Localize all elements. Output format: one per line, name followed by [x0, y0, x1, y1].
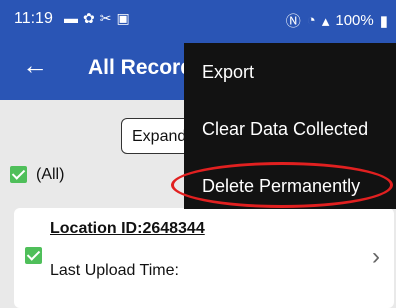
last-upload-time: Last Upload Time:: [50, 262, 179, 279]
annotation-ellipse: [171, 162, 393, 208]
expand-button-label: Expand: [132, 128, 187, 145]
status-time: 11:19: [14, 10, 53, 27]
message-icon: ▬: [64, 10, 78, 26]
signal-icon: ▴: [321, 12, 330, 30]
page-title: All Record: [88, 56, 194, 79]
select-all-checkbox[interactable]: [10, 166, 27, 183]
record-checkbox[interactable]: [25, 247, 42, 264]
settings-icon: ✿: [83, 10, 95, 26]
record-card[interactable]: Location ID:2648344 Last Upload Time: ›: [14, 208, 394, 308]
status-left-icons: ▬ ✿ ✂ ▣: [64, 10, 130, 27]
tools-icon: ✂: [99, 10, 112, 26]
nfc-icon: Ⓝ: [285, 13, 301, 30]
battery-text: 100%: [335, 12, 374, 29]
location-id: Location ID:2648344: [50, 220, 205, 237]
wifi-icon: ◔: [306, 12, 316, 29]
battery-icon: ▮: [379, 12, 388, 30]
image-icon: ▣: [116, 10, 130, 26]
select-all-label: (All): [36, 166, 65, 183]
back-arrow-icon[interactable]: ←: [22, 52, 48, 78]
chevron-right-icon: ›: [372, 243, 380, 270]
status-bar: 11:19 ▬ ✿ ✂ ▣ Ⓝ ◔ ▴ 100% ▮: [0, 0, 396, 38]
menu-item-export[interactable]: Export: [202, 62, 254, 83]
menu-item-clear-data[interactable]: Clear Data Collected: [202, 119, 368, 140]
status-right-icons: Ⓝ ◔ ▴ 100% ▮: [286, 10, 388, 31]
